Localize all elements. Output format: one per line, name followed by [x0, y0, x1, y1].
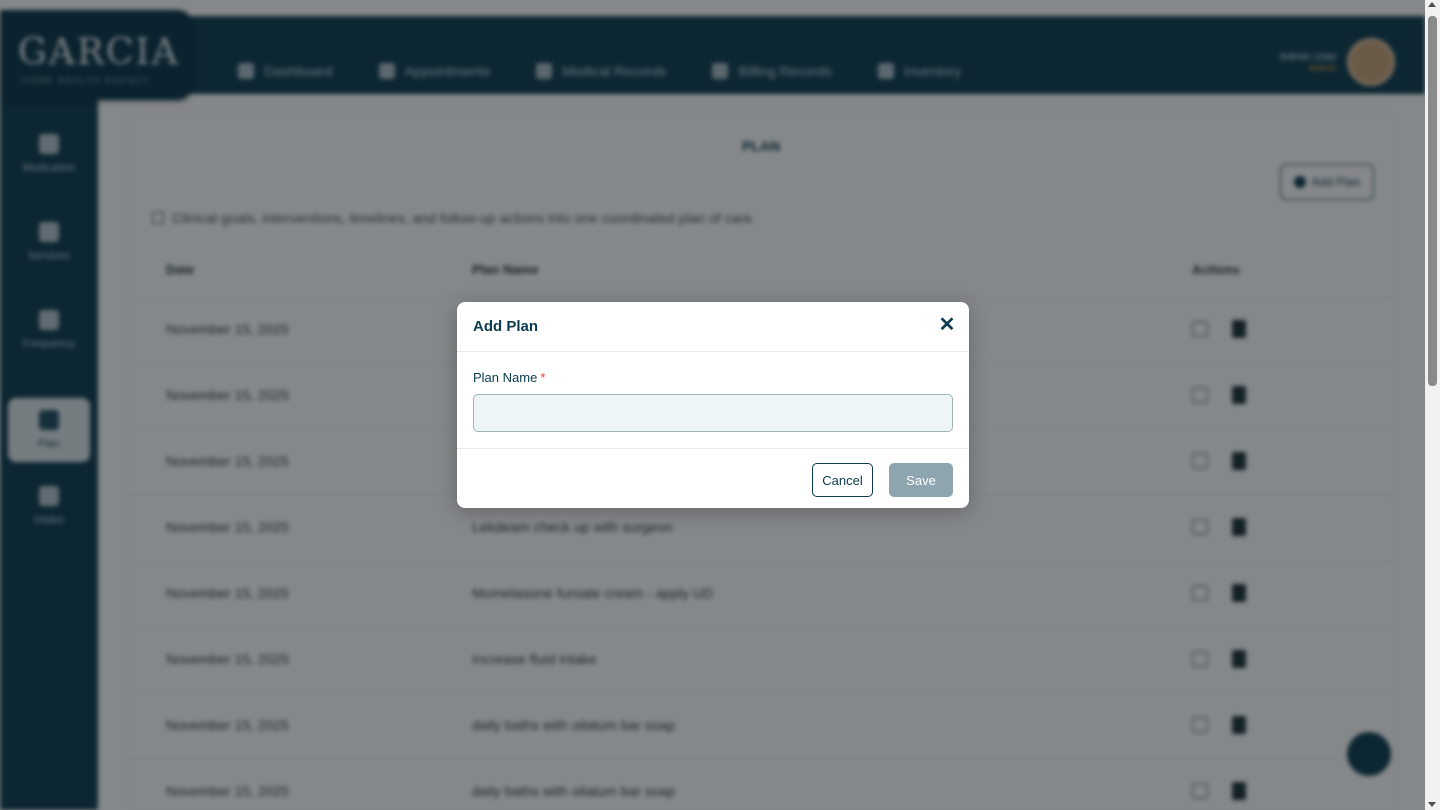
plan-name-label: Plan Name *	[473, 370, 545, 385]
scrollbar-thumb[interactable]	[1428, 16, 1437, 386]
modal-header: Add Plan ✕	[457, 302, 969, 352]
modal-footer: Cancel Save	[457, 448, 969, 508]
scroll-down-arrow-icon[interactable]	[1428, 802, 1436, 807]
close-icon[interactable]: ✕	[937, 315, 957, 335]
plan-name-label-text: Plan Name	[473, 370, 538, 385]
required-asterisk: *	[540, 370, 546, 385]
modal-title: Add Plan	[473, 318, 539, 335]
scrollbar[interactable]	[1425, 0, 1440, 810]
scroll-up-arrow-icon[interactable]	[1428, 2, 1436, 7]
cancel-button[interactable]: Cancel	[812, 463, 873, 497]
save-button[interactable]: Save	[889, 463, 953, 497]
plan-name-input[interactable]	[473, 394, 953, 432]
add-plan-modal: Add Plan ✕ Plan Name * Cancel Save	[457, 302, 969, 508]
